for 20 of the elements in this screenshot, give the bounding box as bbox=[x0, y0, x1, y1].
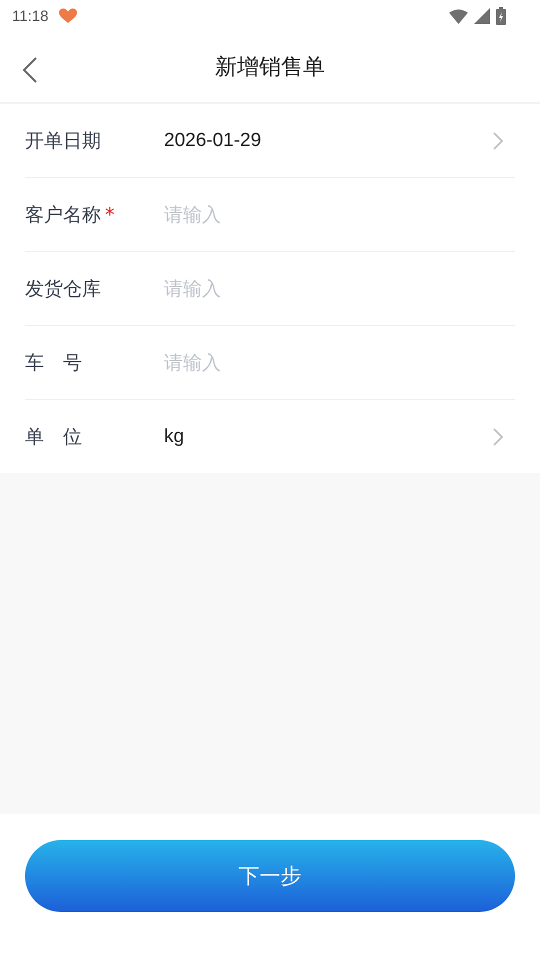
heart-icon bbox=[58, 8, 78, 24]
input-field[interactable]: 请输入 bbox=[164, 352, 515, 374]
chevron-right-icon bbox=[493, 132, 503, 150]
wifi-icon bbox=[449, 8, 468, 24]
select-field[interactable]: 2026-01-29 bbox=[164, 130, 493, 152]
input-field[interactable]: 请输入 bbox=[164, 204, 515, 226]
chevron-right-icon bbox=[493, 428, 503, 446]
signal-icon bbox=[474, 8, 490, 24]
field-label: 单 位 bbox=[25, 424, 82, 450]
required-mark: * bbox=[105, 204, 114, 226]
field-label: 发货仓库 bbox=[25, 276, 101, 302]
field-label: 开单日期 bbox=[25, 128, 101, 154]
input-field[interactable]: 请输入 bbox=[164, 278, 515, 300]
field-label: 客户名称 bbox=[25, 202, 101, 228]
field-label: 车 号 bbox=[25, 350, 82, 376]
page-title: 新增销售单 bbox=[215, 54, 325, 82]
next-button[interactable]: 下一步 bbox=[25, 840, 515, 912]
battery-icon bbox=[496, 7, 506, 25]
status-time: 11:18 bbox=[12, 8, 48, 24]
select-field[interactable]: kg bbox=[164, 426, 493, 448]
